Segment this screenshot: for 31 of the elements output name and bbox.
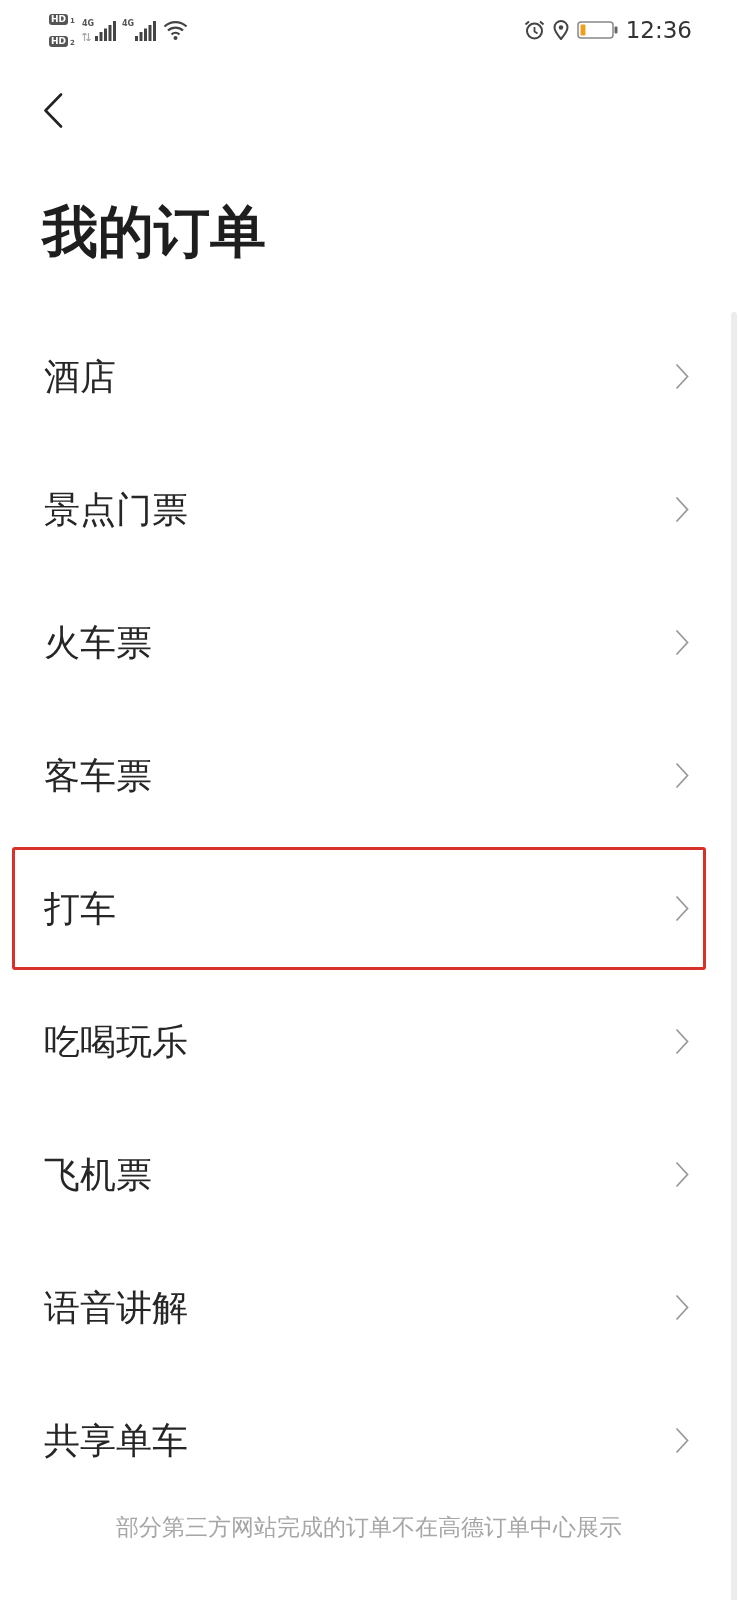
chevron-right-icon <box>675 1028 689 1055</box>
order-category-item[interactable]: 火车票 <box>12 581 706 704</box>
order-category-item[interactable]: 景点门票 <box>12 448 706 571</box>
footer-note: 部分第三方网站完成的订单不在高德订单中心展示 <box>116 1516 622 1539</box>
location-pin-icon <box>552 20 569 40</box>
battery-icon <box>576 21 618 39</box>
chevron-right-icon <box>675 1294 689 1321</box>
order-category-item[interactable]: 语音讲解 <box>12 1246 706 1369</box>
page-title: 我的订单 <box>42 204 266 260</box>
hd-badge: HD <box>49 13 68 25</box>
clock-time: 12:36 <box>625 18 692 42</box>
chevron-right-icon <box>675 1161 689 1188</box>
order-category-item[interactable]: 共享单车 <box>12 1379 706 1502</box>
chevron-right-icon <box>675 1427 689 1454</box>
order-category-item[interactable]: 吃喝玩乐 <box>12 980 706 1103</box>
network-type: 4G <box>81 19 95 28</box>
chevron-right-icon <box>675 363 689 390</box>
order-category-item[interactable]: 打车 <box>12 847 706 970</box>
network-type: 4G <box>122 19 135 28</box>
order-category-item[interactable]: 酒店 <box>12 315 706 438</box>
order-category-item[interactable]: 飞机票 <box>12 1113 706 1236</box>
wifi-icon <box>163 20 189 40</box>
hd-badge: HD <box>49 35 68 47</box>
alarm-clock-icon <box>523 20 545 40</box>
order-category-item[interactable]: 客车票 <box>12 714 706 837</box>
signal-bars-icon <box>95 20 117 41</box>
chevron-right-icon <box>675 895 689 922</box>
chevron-right-icon <box>675 496 689 523</box>
signal-bars-icon <box>135 20 157 41</box>
chevron-right-icon <box>675 629 689 656</box>
chevron-right-icon <box>675 762 689 789</box>
